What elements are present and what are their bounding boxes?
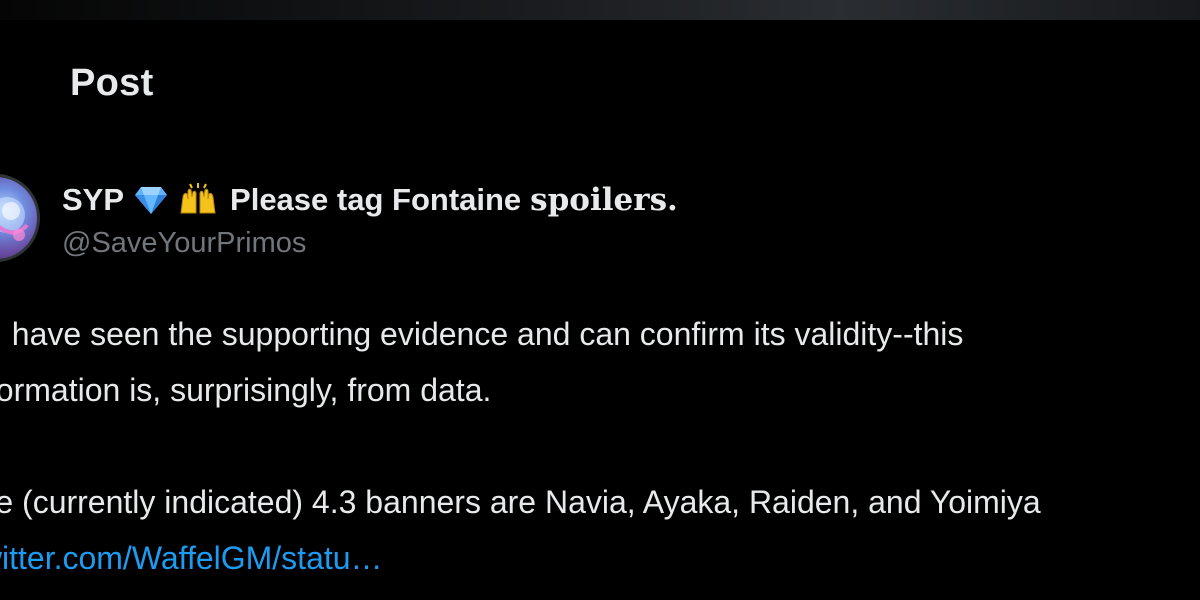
gem-icon <box>134 185 168 215</box>
post-line-1: I have seen the supporting evidence and … <box>0 316 964 352</box>
author-name-tail[interactable]: Please tag Fontaine <box>230 182 521 218</box>
raising-hands-icon <box>178 183 218 217</box>
avatar-image <box>0 197 29 241</box>
post-line-3: The (currently indicated) 4.3 banners ar… <box>0 484 1041 520</box>
author-name[interactable]: SYP <box>62 182 124 218</box>
author-name-spoilers[interactable]: 𝐬𝐩𝐨𝐢𝐥𝐞𝐫𝐬. <box>530 182 678 218</box>
author-name-row[interactable]: SYP Please tag Fontaine 𝐬𝐩𝐨𝐢𝐥𝐞𝐫𝐬. <box>62 179 678 221</box>
page-title: Post <box>70 62 154 104</box>
avatar[interactable] <box>0 174 40 262</box>
post-link[interactable]: twitter.com/WaffelGM/statu… <box>0 530 383 586</box>
window-top-strip <box>0 0 1200 20</box>
author-handle[interactable]: @SaveYourPrimos <box>62 227 306 260</box>
post-line-2: information is, surprisingly, from data. <box>0 372 492 408</box>
